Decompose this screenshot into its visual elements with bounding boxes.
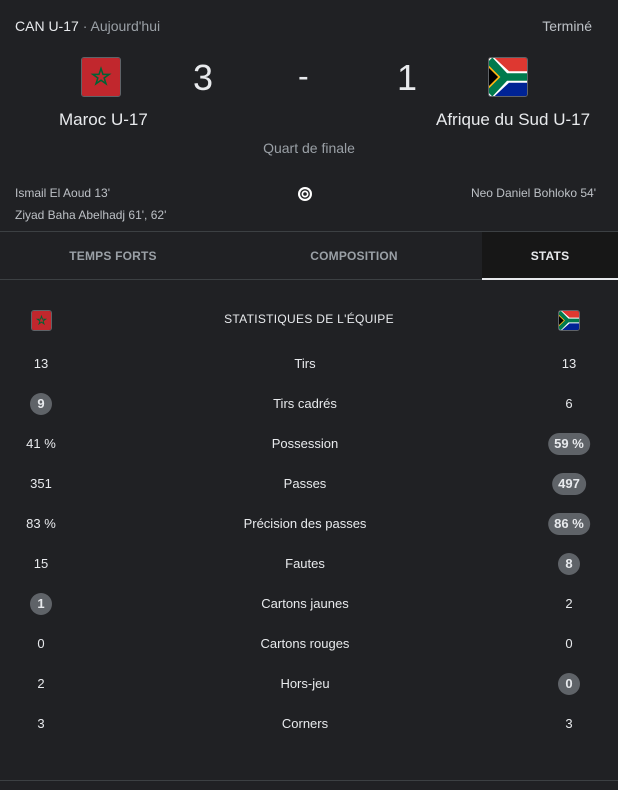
stat-label: Passes (283, 476, 327, 491)
stats-title: STATISTIQUES DE L'ÉQUIPE (224, 312, 394, 326)
stat-row: 2 Hors-jeu 0 (0, 664, 618, 704)
stat-label: Possession (271, 436, 339, 451)
away-stat-value: 2 (565, 596, 573, 611)
home-score: 3 (193, 57, 214, 98)
competition-info: CAN U-17 · Aujourd'hui (15, 18, 160, 34)
away-stat-value: 13 (561, 356, 577, 371)
away-stat-value: 8 (558, 553, 580, 575)
south-africa-flag-icon[interactable] (488, 57, 528, 97)
team-stats-header: STATISTIQUES DE L'ÉQUIPE (0, 300, 618, 340)
south-africa-flag-icon (558, 310, 580, 331)
tab-composition[interactable]: COMPOSITION (226, 232, 482, 279)
stat-label: Tirs (294, 356, 316, 371)
away-stat-value: 0 (565, 636, 573, 651)
stat-label: Fautes (285, 556, 325, 571)
away-stat-value: 59 % (548, 433, 590, 455)
stat-row: 15 Fautes 8 (0, 544, 618, 584)
stat-row: 3 Corners 3 (0, 704, 618, 744)
stat-row: 41 % Possession 59 % (0, 424, 618, 464)
home-scorer: Ismail El Aoud 13' (15, 186, 111, 200)
separator-dot: · (82, 18, 88, 34)
stat-label: Cartons rouges (260, 636, 350, 651)
away-stat-value: 0 (558, 673, 580, 695)
soccer-ball-icon (297, 186, 313, 202)
competition-name[interactable]: CAN U-17 (15, 18, 79, 34)
stat-label: Corners (281, 716, 329, 731)
stat-row: 83 % Précision des passes 86 % (0, 504, 618, 544)
tab-temps-forts[interactable]: TEMPS FORTS (0, 232, 226, 279)
match-round: Quart de finale (263, 140, 355, 156)
match-header: CAN U-17 · Aujourd'hui Terminé (0, 0, 618, 52)
divider (0, 780, 618, 781)
stat-row: 13 Tirs 13 (0, 344, 618, 384)
tab-stats[interactable]: STATS (482, 232, 618, 280)
stat-row: 1 Cartons jaunes 2 (0, 584, 618, 624)
away-stat-value: 86 % (548, 513, 590, 535)
stat-row: 0 Cartons rouges 0 (0, 624, 618, 664)
stat-row: 351 Passes 497 (0, 464, 618, 504)
match-date: Aujourd'hui (90, 18, 161, 34)
home-team-name[interactable]: Maroc U-17 (59, 110, 148, 130)
score-separator: - (298, 58, 309, 94)
away-team-name[interactable]: Afrique du Sud U-17 (436, 110, 590, 130)
away-stat-value: 497 (552, 473, 586, 495)
away-score: 1 (397, 57, 418, 98)
away-scorer: Neo Daniel Bohloko 54' (470, 186, 596, 200)
match-status: Terminé (542, 18, 592, 34)
morocco-flag-icon[interactable] (81, 57, 121, 97)
away-stat-value: 3 (565, 716, 573, 731)
home-scorer: Ziyad Baha Abelhadj 61', 62' (15, 208, 167, 222)
stat-label: Cartons jaunes (261, 596, 349, 611)
stat-label: Précision des passes (243, 516, 367, 531)
stat-row: 9 Tirs cadrés 6 (0, 384, 618, 424)
stat-label: Hors-jeu (280, 676, 330, 691)
match-tabs: TEMPS FORTS COMPOSITION STATS (0, 231, 618, 280)
stat-label: Tirs cadrés (273, 396, 337, 411)
away-stat-value: 6 (565, 396, 573, 411)
